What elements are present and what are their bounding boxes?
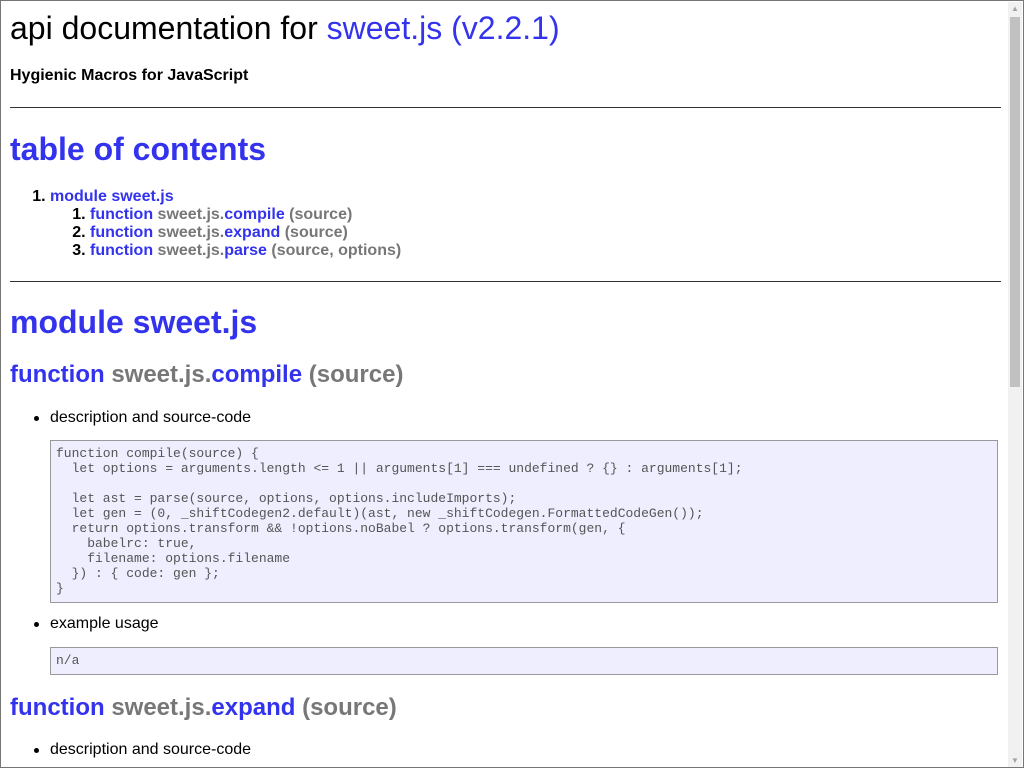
title-prefix: api documentation for bbox=[10, 10, 327, 46]
expand-description-label: description and source-code bbox=[33, 741, 252, 758]
vertical-scrollbar[interactable]: ▲ ▼ bbox=[1008, 2, 1022, 767]
compile-description-label: description and source-code bbox=[33, 409, 252, 426]
toc-item-parse: function sweet.js.parse (source, options… bbox=[90, 242, 401, 260]
divider bbox=[10, 107, 1001, 108]
toc-parse-link[interactable]: function sweet.js.parse (source, options… bbox=[90, 242, 401, 259]
compile-source-code: function compile(source) { let options =… bbox=[50, 440, 998, 603]
toc-item-expand: function sweet.js.expand (source) bbox=[90, 224, 401, 242]
compile-usage-code: n/a bbox=[50, 647, 998, 675]
function-heading-expand: function sweet.js.expand (source) bbox=[10, 694, 397, 721]
toc-sublist: function sweet.js.compile (source) funct… bbox=[50, 206, 401, 260]
toc-list: module sweet.js function sweet.js.compil… bbox=[10, 188, 401, 260]
toc-module-link[interactable]: module sweet.js bbox=[50, 188, 174, 205]
divider bbox=[10, 281, 1001, 282]
toc-item-module: module sweet.js function sweet.js.compil… bbox=[50, 188, 401, 260]
toc-item-compile: function sweet.js.compile (source) bbox=[90, 206, 401, 224]
module-heading: module sweet.js bbox=[10, 304, 258, 340]
page-subtitle: Hygienic Macros for JavaScript bbox=[10, 67, 249, 84]
page-title: api documentation for sweet.js (v2.2.1) bbox=[10, 9, 560, 47]
toc-heading: table of contents bbox=[10, 131, 267, 167]
scroll-up-arrow-icon[interactable]: ▲ bbox=[1008, 2, 1022, 16]
browser-viewport: api documentation for sweet.js (v2.2.1) … bbox=[0, 0, 1024, 768]
toc-compile-link[interactable]: function sweet.js.compile (source) bbox=[90, 206, 352, 223]
scrollbar-thumb[interactable] bbox=[1010, 17, 1020, 387]
compile-usage-label: example usage bbox=[34, 615, 159, 632]
toc-expand-link[interactable]: function sweet.js.expand (source) bbox=[90, 224, 348, 241]
function-heading-compile: function sweet.js.compile (source) bbox=[10, 361, 404, 388]
title-link[interactable]: sweet.js (v2.2.1) bbox=[327, 10, 560, 46]
scroll-down-arrow-icon[interactable]: ▼ bbox=[1008, 754, 1022, 767]
